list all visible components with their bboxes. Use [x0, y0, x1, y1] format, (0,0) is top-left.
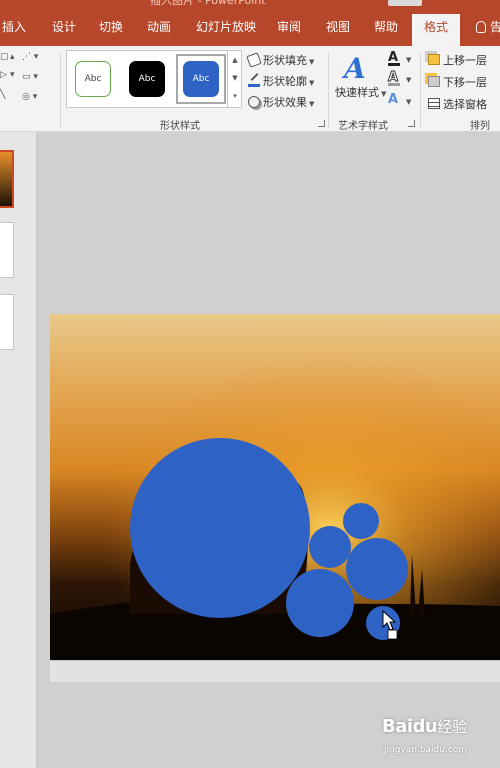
circle-shape-large[interactable] — [130, 438, 310, 618]
shape-icon-partial[interactable]: ▢ — [0, 52, 9, 62]
edit-shape-icon[interactable]: ⋰ ▾ — [22, 52, 38, 62]
bring-forward-button[interactable]: 上移一层 — [428, 52, 487, 68]
merge-shapes-icon[interactable]: ◎ ▾ — [22, 92, 37, 102]
group-separator — [60, 52, 61, 128]
tab-slideshow[interactable]: 幻灯片放映 — [196, 18, 256, 35]
text-outline-button[interactable]: A — [387, 70, 400, 86]
send-backward-button[interactable]: 下移一层 — [428, 74, 487, 90]
gallery-scroll-down-icon[interactable]: ▼ — [228, 69, 242, 87]
selection-pane-icon — [428, 98, 440, 109]
text-effects-button[interactable]: A — [388, 92, 398, 107]
lightbulb-icon — [476, 21, 486, 33]
tab-format[interactable]: 格式 — [412, 14, 461, 46]
text-effects-a-icon: A — [388, 92, 399, 107]
ribbon: ▢ ▷ ╲ ▴ ▾ ⋰ ▾ ▭ ▾ ◎ ▾ Abc Abc Abc ▲ ▼ ▾ … — [0, 46, 500, 132]
shape-gallery-scroll-partial-2[interactable]: ▾ — [10, 70, 15, 80]
text-fill-a-icon: A — [388, 50, 399, 65]
circle-shape-medium-right[interactable] — [346, 538, 408, 600]
shape-outline-label: 形状轮廓 — [263, 75, 307, 88]
slide-thumbnail-selected[interactable] — [0, 150, 14, 208]
shape-style-gallery: Abc Abc Abc ▲ ▼ ▾ — [66, 50, 242, 108]
wordart-styles-launcher-icon[interactable] — [408, 120, 415, 127]
slide-thumbnail-panel — [0, 132, 37, 768]
group-separator — [420, 52, 421, 128]
window-title: 插入图片 - PowerPoint — [150, 0, 266, 7]
quick-styles-button[interactable]: 快速样式 ▼ — [335, 84, 386, 100]
tab-animations[interactable]: 动画 — [147, 18, 171, 35]
text-box-icon[interactable]: ▭ ▾ — [22, 72, 38, 82]
shape-effects-icon — [248, 96, 260, 108]
shape-style-blue-fill[interactable]: Abc — [183, 61, 219, 97]
chevron-down-icon: ▼ — [309, 79, 315, 87]
text-outline-a-icon: A — [387, 70, 399, 86]
shape-style-black-fill[interactable]: Abc — [129, 61, 165, 97]
quick-styles-label: 快速样式 — [335, 86, 379, 99]
chevron-down-icon: ▼ — [309, 100, 315, 108]
slide-thumbnail[interactable] — [0, 294, 14, 350]
pen-outline-icon — [248, 75, 260, 87]
group-label-shape-styles: 形状样式 — [160, 121, 200, 132]
tab-view[interactable]: 视图 — [326, 18, 350, 35]
tab-transitions[interactable]: 切换 — [99, 18, 123, 35]
shape-styles-launcher-icon[interactable] — [318, 120, 325, 127]
chevron-down-icon[interactable]: ▼ — [406, 76, 411, 84]
shape-icon-partial-3[interactable]: ╲ — [0, 90, 5, 100]
circle-shape-small-left[interactable] — [309, 526, 351, 568]
gallery-scroll-up-icon[interactable]: ▲ — [228, 51, 242, 69]
bring-forward-icon — [428, 54, 440, 65]
slide-content — [50, 314, 500, 660]
chevron-down-icon: ▼ — [309, 58, 315, 66]
tell-me-search[interactable]: 告 — [476, 18, 500, 35]
tab-design[interactable]: 设计 — [52, 18, 76, 35]
slide-thumbnail[interactable] — [0, 222, 14, 278]
send-backward-label: 下移一层 — [443, 76, 487, 89]
group-label-wordart-styles: 艺术字样式 — [338, 121, 388, 132]
chevron-down-icon: ▼ — [381, 90, 387, 98]
shape-icon-partial-2[interactable]: ▷ — [0, 70, 7, 80]
tab-review[interactable]: 审阅 — [277, 18, 301, 35]
shape-outline-button[interactable]: 形状轮廓 ▼ — [248, 73, 314, 89]
group-label-arrange: 排列 — [470, 121, 490, 132]
watermark-url: jingyan.baidu.com — [384, 745, 468, 755]
selection-pane-button[interactable]: 选择窗格 — [428, 96, 487, 112]
group-separator — [328, 52, 329, 128]
shape-effects-label: 形状效果 — [263, 96, 307, 109]
circle-shape-medium-bottom[interactable] — [286, 569, 354, 637]
tell-me-label: 告 — [490, 20, 500, 34]
baidu-logo: Baidu — [382, 716, 438, 737]
tab-help[interactable]: 帮助 — [374, 18, 398, 35]
text-fill-button[interactable]: A — [388, 50, 400, 66]
chevron-down-icon[interactable]: ▼ — [406, 98, 411, 106]
gallery-scrollbar: ▲ ▼ ▾ — [227, 51, 242, 107]
account-button[interactable] — [388, 0, 422, 6]
watermark-cn: 经验 — [437, 718, 468, 736]
shape-gallery-scroll-partial[interactable]: ▴ — [10, 52, 15, 62]
paint-bucket-icon — [246, 52, 262, 68]
shape-effects-button[interactable]: 形状效果 ▼ — [248, 94, 314, 110]
shape-style-outline-green[interactable]: Abc — [75, 61, 111, 97]
send-backward-icon — [428, 76, 440, 87]
ribbon-tab-bar: 插入 设计 切换 动画 幻灯片放映 审阅 视图 帮助 格式 告 — [0, 8, 500, 46]
bring-forward-label: 上移一层 — [443, 54, 487, 67]
circle-shape-small-top[interactable] — [343, 503, 379, 539]
tab-insert[interactable]: 插入 — [2, 18, 26, 35]
selection-pane-label: 选择窗格 — [443, 98, 487, 111]
quick-styles-a-icon[interactable]: A — [344, 52, 366, 85]
baidu-watermark: Baidu经验 jingyan.baidu.com — [382, 716, 467, 756]
slide-bottom-edge — [50, 660, 500, 682]
shape-fill-button[interactable]: 形状填充 ▼ — [246, 52, 315, 68]
slide-canvas[interactable] — [50, 314, 500, 660]
shape-fill-label: 形状填充 — [263, 54, 307, 67]
title-bar: 插入图片 - PowerPoint — [0, 0, 500, 8]
gallery-more-icon[interactable]: ▾ — [228, 87, 242, 105]
chevron-down-icon[interactable]: ▼ — [406, 56, 411, 64]
